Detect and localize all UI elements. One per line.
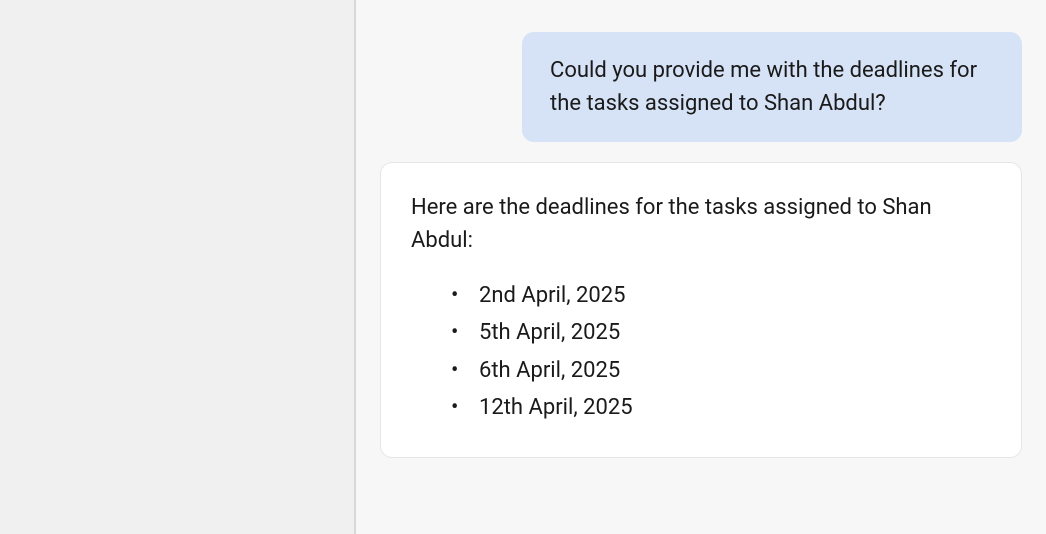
deadline-text: 6th April, 2025 xyxy=(479,358,620,383)
list-item: 2nd April, 2025 xyxy=(451,277,991,314)
deadline-text: 12th April, 2025 xyxy=(479,395,633,420)
deadline-list: 2nd April, 2025 5th April, 2025 6th Apri… xyxy=(411,277,991,427)
sidebar xyxy=(0,0,356,534)
list-item: 5th April, 2025 xyxy=(451,314,991,351)
deadline-text: 2nd April, 2025 xyxy=(479,283,625,308)
deadline-text: 5th April, 2025 xyxy=(479,320,620,345)
assistant-message-bubble: Here are the deadlines for the tasks ass… xyxy=(380,162,1022,458)
user-message-text: Could you provide me with the deadlines … xyxy=(550,58,977,116)
assistant-intro-text: Here are the deadlines for the tasks ass… xyxy=(411,191,991,257)
user-message-bubble: Could you provide me with the deadlines … xyxy=(522,32,1022,142)
list-item: 6th April, 2025 xyxy=(451,352,991,389)
chat-area: Could you provide me with the deadlines … xyxy=(356,0,1046,534)
list-item: 12th April, 2025 xyxy=(451,389,991,426)
